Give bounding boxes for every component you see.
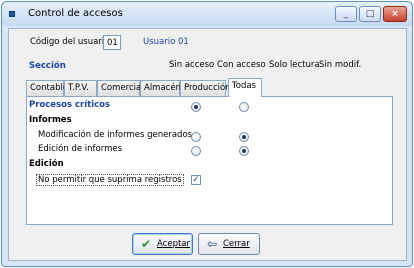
- tab-todas[interactable]: Todas: [228, 78, 262, 97]
- tab-produccion[interactable]: Producción: [180, 80, 231, 96]
- tab-panel-todas: Procesos críticos Informes Modificación …: [26, 96, 393, 225]
- access-control-window: Control de accesos _ □ × Código del usua…: [1, 1, 413, 267]
- tab-almacen[interactable]: Almacén: [140, 80, 181, 96]
- accept-button[interactable]: ✔ Aceptar: [132, 233, 193, 255]
- tab-tpv[interactable]: T.P.V.: [64, 80, 97, 96]
- no-suprimir-checkbox[interactable]: ✓: [191, 175, 201, 185]
- tab-contable[interactable]: Contable: [26, 80, 68, 96]
- close-window-button[interactable]: ×: [383, 6, 407, 22]
- user-code-label: Código del usuario: [30, 37, 110, 47]
- section-label: Sección: [29, 61, 66, 71]
- window-title: Control de accesos: [28, 8, 123, 19]
- mod-informes-access-radio[interactable]: [239, 132, 249, 142]
- col-access: Con acceso: [217, 60, 266, 70]
- row-edit-informes-label: Edición de informes: [38, 144, 123, 154]
- edit-informes-access-radio[interactable]: [239, 146, 249, 156]
- col-no-modify: Sin modif.: [319, 60, 362, 70]
- tab-comercial[interactable]: Comercial: [97, 80, 144, 96]
- col-read-only: Solo lectura: [269, 60, 320, 70]
- close-label: Cerrar: [223, 239, 250, 249]
- accept-label: Aceptar: [157, 239, 190, 249]
- col-no-access: Sin acceso: [169, 60, 215, 70]
- door-exit-icon: ⇦: [206, 237, 218, 251]
- edicion-heading: Edición: [29, 159, 64, 169]
- row-mod-informes-label: Modificación de informes generados: [38, 130, 193, 140]
- mod-informes-no-access-radio[interactable]: [191, 132, 201, 142]
- procesos-access-radio[interactable]: [239, 102, 249, 112]
- informes-heading: Informes: [29, 115, 72, 125]
- dialog-body: Código del usuario 01 Usuario 01 Sección…: [8, 28, 407, 261]
- user-name-label: Usuario 01: [143, 37, 189, 47]
- edit-informes-no-access-radio[interactable]: [191, 146, 201, 156]
- procesos-no-access-radio[interactable]: [191, 102, 201, 112]
- row-no-suprimir-label: No permitir que suprima registros: [36, 174, 184, 186]
- close-button[interactable]: ⇦ Cerrar: [198, 233, 260, 255]
- app-icon: [9, 11, 15, 17]
- title-bar[interactable]: Control de accesos _ □ ×: [2, 2, 412, 26]
- minimize-button[interactable]: _: [335, 6, 357, 22]
- row-procesos-criticos-label: Procesos críticos: [29, 100, 111, 110]
- maximize-button[interactable]: □: [359, 6, 381, 22]
- check-icon: ✔: [140, 237, 152, 251]
- user-code-input[interactable]: 01: [103, 35, 121, 50]
